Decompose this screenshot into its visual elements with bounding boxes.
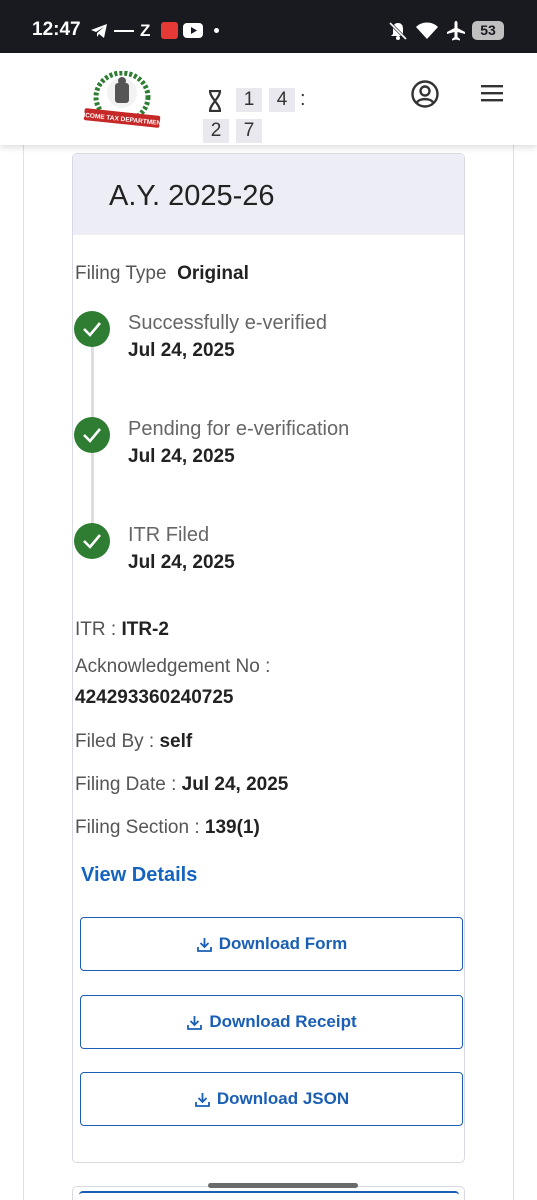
income-tax-department-logo[interactable]: INCOME TAX DEPARTMENT <box>82 71 162 129</box>
gesture-home-indicator[interactable] <box>208 1183 358 1188</box>
timer-digit: 2 <box>203 119 229 143</box>
filing-type-label: Filing Type <box>75 263 167 284</box>
timeline-step-title: ITR Filed <box>128 524 210 546</box>
acknowledgement-number: 424293360240725 <box>75 687 234 708</box>
filing-date: Filing Date : Jul 24, 2025 <box>75 774 288 796</box>
check-circle-icon <box>74 311 110 347</box>
filing-date-value: Jul 24, 2025 <box>181 774 289 795</box>
download-icon <box>196 937 212 952</box>
news-icon <box>114 30 134 32</box>
download-receipt-button[interactable]: Download Receipt <box>80 995 463 1049</box>
filed-by: Filed By : self <box>75 731 192 753</box>
filing-type: Filing Type Original <box>75 263 249 285</box>
status-time: 12:47 <box>32 19 81 40</box>
app-badge-icon <box>161 22 178 39</box>
notification-dot-icon <box>214 28 219 33</box>
filed-by-label: Filed By : <box>75 731 160 752</box>
view-details-link[interactable]: View Details <box>81 864 197 887</box>
timeline-step-title: Successfully e-verified <box>128 312 327 334</box>
bell-off-icon <box>388 21 408 41</box>
timer-digit: 1 <box>236 88 262 112</box>
filing-section-value: 139(1) <box>204 817 260 838</box>
download-icon <box>194 1092 210 1107</box>
airplane-icon <box>447 21 465 41</box>
battery-icon: 53 <box>472 21 504 40</box>
check-circle-icon <box>74 417 110 453</box>
timer-colon: : <box>300 88 306 110</box>
filing-date-label: Filing Date : <box>75 774 182 795</box>
user-profile-icon[interactable] <box>410 79 440 109</box>
acknowledgement-label: Acknowledgement No : <box>75 656 271 677</box>
timeline-step-date: Jul 24, 2025 <box>128 340 235 361</box>
z-label: Z <box>140 21 151 40</box>
timeline-step-date: Jul 24, 2025 <box>128 446 235 467</box>
itr-value: ITR-2 <box>121 619 169 640</box>
wifi-icon <box>416 22 438 39</box>
next-return-card <box>72 1186 465 1200</box>
download-json-label: Download JSON <box>216 1089 350 1108</box>
session-timer: 1 4 : 2 7 <box>202 86 322 146</box>
itr-label: ITR : <box>75 619 122 640</box>
download-icon <box>187 1015 203 1030</box>
download-json-button[interactable]: Download JSON <box>80 1072 463 1126</box>
check-circle-icon <box>74 523 110 559</box>
card-header: A.Y. 2025-26 <box>73 154 464 235</box>
download-form-button[interactable]: Download Form <box>80 917 463 971</box>
download-form-label: Download Form <box>218 934 348 953</box>
app-header: INCOME TAX DEPARTMENT 1 4 : 2 7 <box>0 53 537 145</box>
hourglass-icon <box>208 90 222 112</box>
timer-digit: 7 <box>236 119 262 143</box>
hamburger-menu-icon[interactable] <box>481 84 503 102</box>
telegram-icon <box>91 24 107 38</box>
next-card-button-edge <box>79 1191 459 1200</box>
itr-type: ITR : ITR-2 <box>75 619 169 641</box>
timeline-step-date: Jul 24, 2025 <box>128 552 235 573</box>
filing-section: Filing Section : 139(1) <box>75 817 260 839</box>
youtube-icon <box>183 23 203 38</box>
download-receipt-label: Download Receipt <box>209 1012 357 1031</box>
filed-by-value: self <box>159 731 193 752</box>
timeline-step-title: Pending for e-verification <box>128 418 350 440</box>
assessment-year-title: A.Y. 2025-26 <box>109 180 275 212</box>
status-bar: 12:47 Z 53 <box>0 0 537 53</box>
timer-digit: 4 <box>269 88 295 112</box>
filing-type-value: Original <box>177 263 249 284</box>
filing-section-label: Filing Section : <box>75 817 205 838</box>
battery-level: 53 <box>480 22 496 38</box>
